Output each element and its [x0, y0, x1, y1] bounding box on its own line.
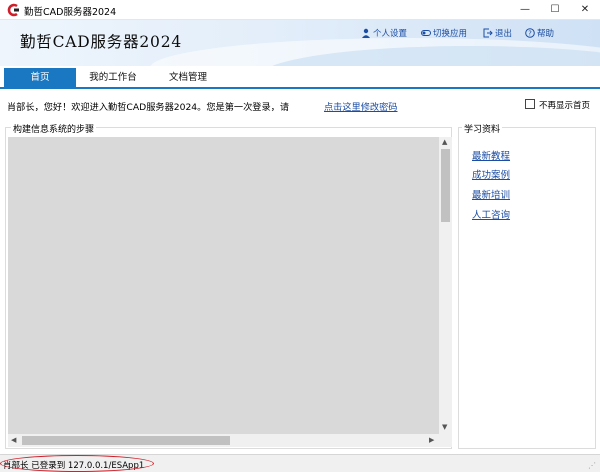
switch-app-label: 切换应用: [433, 29, 468, 39]
learning-panel-title: 学习资料: [462, 122, 503, 135]
hide-homepage-label: 不再显示首页: [539, 101, 591, 111]
resize-grip-icon[interactable]: ⋰: [588, 461, 596, 470]
highlight-ellipse: [0, 455, 154, 472]
scroll-left-arrow-icon[interactable]: ◀: [11, 437, 16, 444]
vertical-scroll-thumb[interactable]: [441, 149, 450, 222]
steps-panel-title: 构建信息系统的步骤: [11, 122, 97, 135]
logout-icon: [483, 28, 493, 38]
change-password-link[interactable]: 点击这里修改密码: [324, 99, 398, 113]
window-title: 勤哲CAD服务器2024: [24, 7, 117, 18]
tab-home[interactable]: 首页: [4, 68, 76, 87]
minimize-button[interactable]: —: [510, 0, 540, 20]
profile-settings-label: 个人设置: [373, 29, 408, 39]
scroll-down-arrow-icon[interactable]: ▼: [442, 424, 447, 431]
learning-link-latest-tutorials[interactable]: 最新教程: [472, 148, 510, 162]
tab-document-management[interactable]: 文档管理: [155, 68, 221, 87]
help-link[interactable]: ? 帮助: [525, 27, 565, 39]
app-logo-icon: [6, 3, 20, 17]
hide-homepage-checkbox[interactable]: [525, 99, 535, 109]
logout-link[interactable]: 退出: [483, 27, 523, 39]
profile-settings-link[interactable]: 个人设置: [361, 27, 421, 39]
scroll-right-arrow-icon[interactable]: ▶: [429, 437, 434, 444]
steps-content-area: [8, 137, 439, 434]
close-button[interactable]: ✕: [570, 0, 600, 20]
switch-app-link[interactable]: 切换应用: [421, 27, 483, 39]
title-bar: 勤哲CAD服务器2024 — ☐ ✕: [0, 0, 600, 20]
user-icon: [362, 28, 370, 38]
logout-label: 退出: [495, 29, 513, 39]
main-tab-bar: 首页 我的工作台 文档管理: [0, 66, 600, 89]
learning-link-human-consultation[interactable]: 人工咨询: [472, 207, 510, 221]
switch-icon: [421, 30, 431, 36]
horizontal-scroll-thumb[interactable]: [22, 436, 230, 445]
welcome-message: 肖部长，您好！欢迎进入勤哲CAD服务器2024。您是第一次登录，请: [7, 102, 290, 113]
app-header-banner: 勤哲CAD服务器2024 个人设置 切换应用 退出 ? 帮助: [0, 20, 600, 66]
brand-title: 勤哲CAD服务器2024: [20, 33, 183, 51]
help-label: 帮助: [537, 29, 555, 39]
help-icon: ?: [525, 28, 535, 38]
tab-my-workbench[interactable]: 我的工作台: [80, 68, 146, 87]
learning-link-latest-training[interactable]: 最新培训: [472, 187, 510, 201]
svg-text:?: ?: [528, 30, 532, 38]
scrollbar-corner: [439, 434, 452, 447]
scroll-up-arrow-icon[interactable]: ▲: [442, 139, 447, 146]
learning-link-success-cases[interactable]: 成功案例: [472, 167, 510, 181]
maximize-button[interactable]: ☐: [540, 0, 570, 20]
